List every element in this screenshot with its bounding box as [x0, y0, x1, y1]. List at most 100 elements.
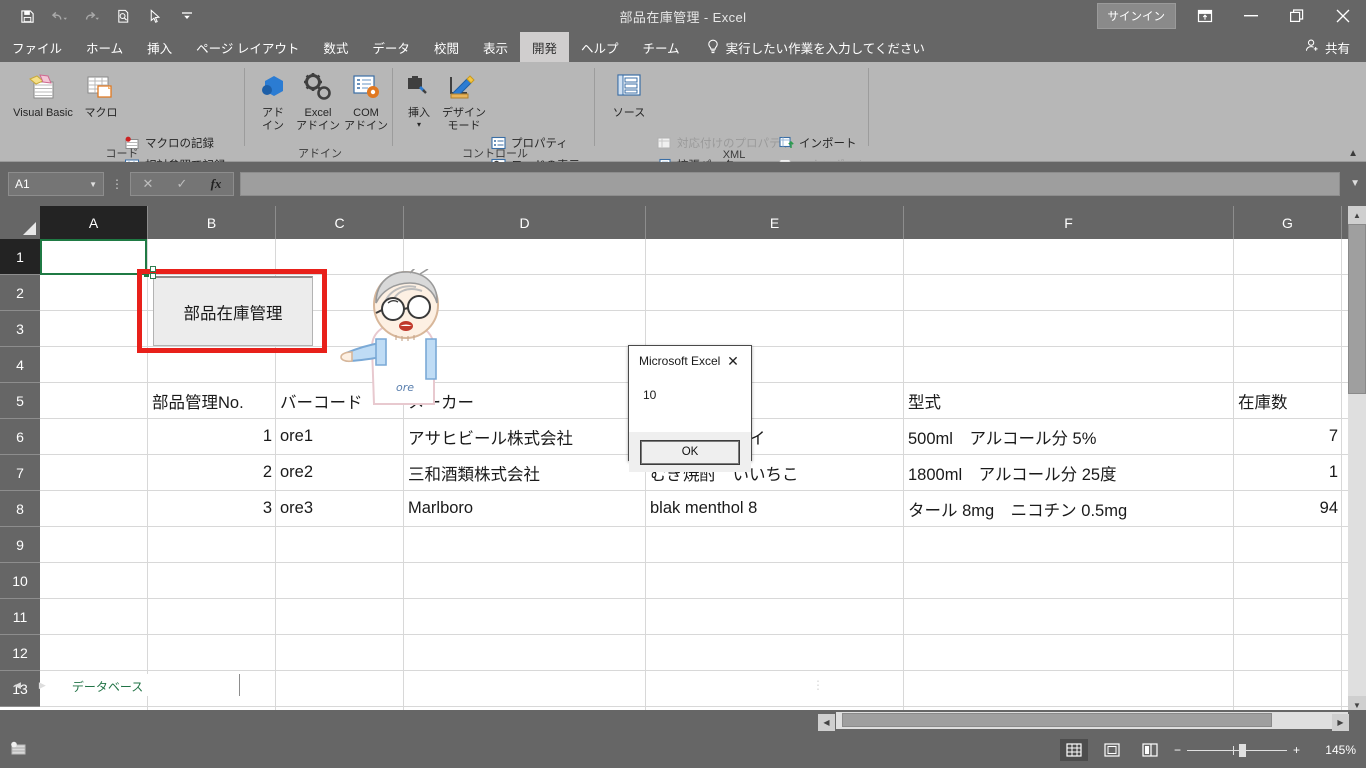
cell-f6[interactable]: 500ml アルコール分 5% [904, 419, 1234, 454]
zoom-thumb[interactable] [1238, 743, 1246, 757]
shape-rotate-handle[interactable] [150, 266, 156, 272]
chevron-down-icon[interactable]: ▼ [89, 180, 97, 189]
tab-help[interactable]: ヘルプ [569, 32, 631, 62]
zoom-track[interactable] [1186, 743, 1287, 757]
cell-e8[interactable]: blak menthol 8 [646, 491, 904, 526]
tab-formulas[interactable]: 数式 [311, 32, 360, 62]
row-header-2[interactable]: 2 [0, 275, 40, 311]
insert-control-caret-icon[interactable]: ▾ [398, 118, 440, 131]
macro-record-icon[interactable] [10, 741, 27, 759]
row-header-6[interactable]: 6 [0, 419, 40, 455]
tab-home[interactable]: ホーム [74, 32, 135, 62]
page-break-preview-icon[interactable] [1136, 739, 1164, 761]
cancel-icon[interactable]: ✕ [131, 173, 165, 195]
cell-d8[interactable]: Marlboro [404, 491, 648, 526]
sign-in-button[interactable]: サインイン [1096, 3, 1176, 29]
cell-f5[interactable]: 型式 [904, 383, 1234, 418]
scroll-right-icon[interactable]: ▶ [1332, 714, 1349, 731]
shape-handle-tl[interactable] [150, 273, 156, 279]
column-header-e[interactable]: E [646, 206, 904, 239]
row-header-4[interactable]: 4 [0, 347, 40, 383]
cell-c7[interactable]: ore2 [276, 455, 404, 490]
vertical-scroll-thumb[interactable] [1348, 224, 1366, 394]
select-all-corner[interactable] [0, 206, 40, 239]
horizontal-scroll-thumb[interactable] [842, 713, 1272, 727]
sheet-tab-database[interactable]: データベース [59, 674, 156, 696]
undo-icon[interactable] [44, 3, 74, 29]
cell-f8[interactable]: タール 8mg ニコチン 0.5mg [904, 491, 1234, 526]
tab-insert[interactable]: 挿入 [135, 32, 184, 62]
row-header-3[interactable]: 3 [0, 311, 40, 347]
com-addins-button[interactable]: COM アドイン [342, 68, 390, 133]
add-sheet-icon[interactable]: ⊕ [240, 674, 274, 696]
column-header-d[interactable]: D [404, 206, 646, 239]
sheet-tab-history[interactable]: 入出庫履歴 [155, 674, 241, 696]
normal-view-icon[interactable] [1059, 739, 1088, 761]
row-header-5[interactable]: 5 [0, 383, 40, 419]
tab-page-layout[interactable]: ページ レイアウト [184, 32, 311, 62]
addins-button[interactable]: アド イン [252, 68, 294, 133]
share-button[interactable]: 共有 [1297, 32, 1358, 62]
xml-source-button[interactable]: ソース [602, 68, 656, 120]
save-icon[interactable] [12, 3, 42, 29]
sheet-prev-icon[interactable]: ◀ [14, 680, 21, 691]
cell-b5[interactable]: 部品管理No. [148, 383, 276, 418]
scroll-left-icon[interactable]: ◀ [818, 714, 835, 731]
tab-view[interactable]: 表示 [471, 32, 520, 62]
row-header-10[interactable]: 10 [0, 563, 40, 599]
row-header-1[interactable]: 1 [0, 239, 40, 275]
cell-b6[interactable]: 1 [148, 419, 276, 454]
collapse-ribbon-icon[interactable]: ▲ [1348, 148, 1358, 159]
ribbon-display-options-icon[interactable] [1182, 0, 1228, 32]
macro-button[interactable]: マクロ [78, 68, 124, 120]
name-box[interactable]: A1 ▼ [8, 172, 104, 196]
cell-d6[interactable]: アサヒビール株式会社 [404, 419, 648, 454]
excel-addins-button[interactable]: Excel アドイン [294, 68, 342, 133]
tell-me-box[interactable]: 実行したい作業を入力してください [692, 32, 925, 62]
message-dialog[interactable]: Microsoft Excel ✕ 10 OK [628, 345, 752, 472]
row-header-7[interactable]: 7 [0, 455, 40, 491]
cell-c6[interactable]: ore1 [276, 419, 404, 454]
minimize-icon[interactable] [1228, 0, 1274, 32]
page-layout-view-icon[interactable] [1098, 739, 1126, 761]
tab-file[interactable]: ファイル [0, 32, 74, 62]
horizontal-scrollbar[interactable]: ◀ ▶ [818, 712, 1349, 731]
customize-qat-icon[interactable] [172, 3, 202, 29]
tab-review[interactable]: 校閲 [422, 32, 471, 62]
close-icon[interactable] [1320, 0, 1366, 32]
ok-button[interactable]: OK [640, 439, 740, 465]
sheet-next-icon[interactable]: ▶ [39, 680, 46, 691]
pointer-icon[interactable] [140, 3, 170, 29]
cell-c8[interactable]: ore3 [276, 491, 404, 526]
zoom-out-button[interactable]: − [1174, 743, 1181, 757]
scroll-up-icon[interactable]: ▲ [1348, 206, 1366, 224]
cell-area[interactable]: 部品管理No. バーコード メーカー 型式 在庫数 1 ore1 アサヒビール株… [40, 239, 1348, 714]
formula-input[interactable] [240, 172, 1340, 196]
restore-icon[interactable] [1274, 0, 1320, 32]
column-header-a[interactable]: A [40, 206, 148, 239]
expand-formula-bar-icon[interactable]: ▼ [1350, 178, 1360, 189]
vertical-scrollbar[interactable]: ▲ ▼ [1348, 206, 1366, 714]
column-header-f[interactable]: F [904, 206, 1234, 239]
cell-g5[interactable]: 在庫数 [1234, 383, 1342, 418]
cell-g6[interactable]: 7 [1234, 419, 1342, 454]
formula-bar-resize-handle[interactable]: ⋮ [104, 177, 130, 191]
row-header-9[interactable]: 9 [0, 527, 40, 563]
cell-g7[interactable]: 1 [1234, 455, 1342, 490]
cell-b8[interactable]: 3 [148, 491, 276, 526]
cell-d7[interactable]: 三和酒類株式会社 [404, 455, 648, 490]
insert-function-icon[interactable]: fx [199, 173, 233, 195]
cell-b7[interactable]: 2 [148, 455, 276, 490]
close-icon[interactable]: ✕ [723, 353, 743, 370]
column-header-c[interactable]: C [276, 206, 404, 239]
zoom-level-label[interactable]: 145% [1310, 743, 1356, 757]
row-header-11[interactable]: 11 [0, 599, 40, 635]
cell-g8[interactable]: 94 [1234, 491, 1342, 526]
redo-icon[interactable] [76, 3, 106, 29]
row-header-8[interactable]: 8 [0, 491, 40, 527]
cell-f7[interactable]: 1800ml アルコール分 25度 [904, 455, 1234, 490]
sheet-tab-split-handle[interactable]: ⋮ [812, 674, 824, 696]
print-preview-icon[interactable] [108, 3, 138, 29]
sheet-nav-arrows[interactable]: ◀ ▶ [0, 680, 60, 691]
tab-team[interactable]: チーム [631, 32, 692, 62]
